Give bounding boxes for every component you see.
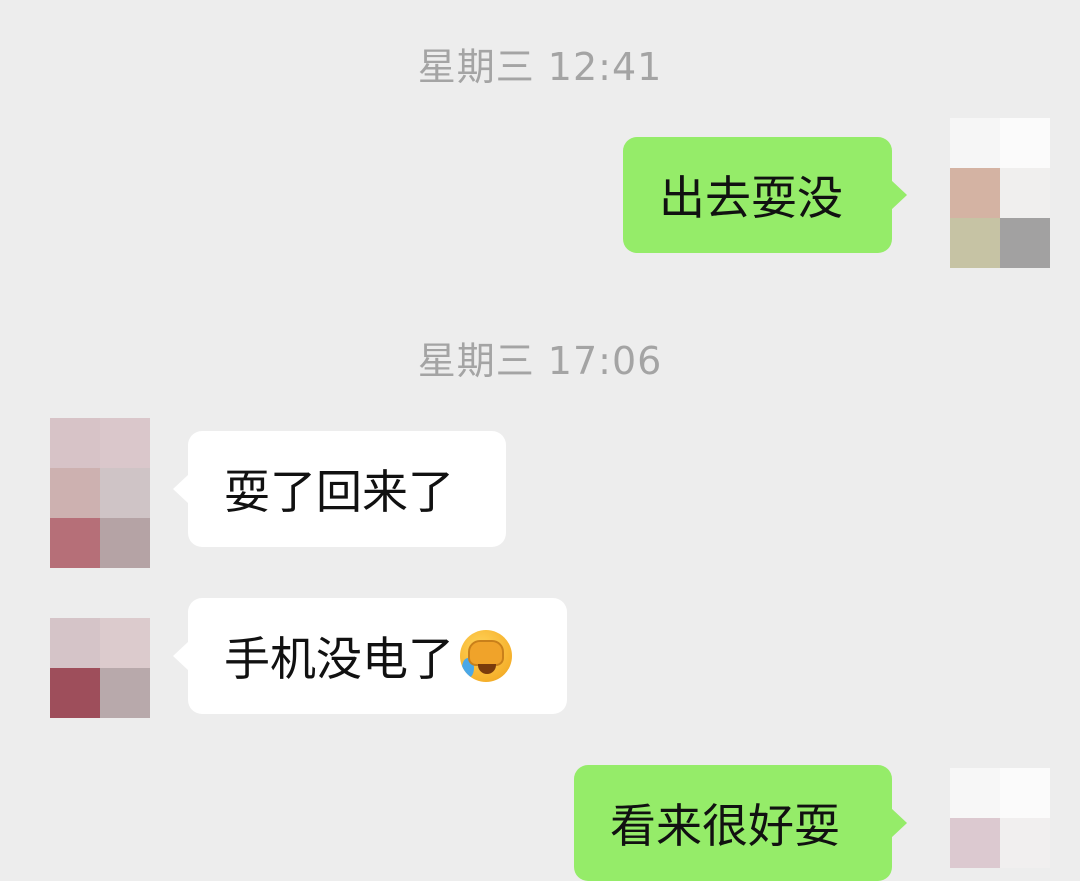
- avatar-pixel: [100, 518, 150, 568]
- avatar-pixel: [100, 468, 150, 518]
- message-bubble-received[interactable]: 耍了回来了: [173, 431, 506, 547]
- avatar-pixel: [1000, 168, 1050, 218]
- contact-avatar[interactable]: [50, 618, 150, 718]
- avatar-pixel: [50, 518, 100, 568]
- message-text: 耍了回来了: [224, 465, 454, 519]
- my-avatar[interactable]: [950, 768, 1050, 868]
- avatar-pixel: [50, 618, 100, 668]
- avatar-pixel: [950, 818, 1000, 868]
- message-text: 出去耍没: [659, 171, 843, 225]
- avatar-pixel: [950, 168, 1000, 218]
- message-bubble-sent[interactable]: 出去耍没: [623, 137, 907, 253]
- avatar-pixel: [50, 468, 100, 518]
- avatar-pixel: [950, 768, 1000, 818]
- message-bubble-sent[interactable]: 看来很好耍: [574, 765, 907, 881]
- message-text: 手机没电了: [224, 632, 454, 686]
- avatar-pixel: [950, 218, 1000, 268]
- avatar-pixel: [100, 418, 150, 468]
- avatar-pixel: [100, 618, 150, 668]
- chat-timestamp: 星期三 17:06: [417, 339, 663, 383]
- avatar-pixel: [950, 118, 1000, 168]
- avatar-pixel: [1000, 818, 1050, 868]
- my-avatar[interactable]: [950, 118, 1050, 268]
- avatar-pixel: [1000, 118, 1050, 168]
- avatar-pixel: [50, 668, 100, 718]
- chat-timestamp: 星期三 12:41: [417, 45, 663, 89]
- message-text: 看来很好耍: [610, 799, 840, 853]
- avatar-pixel: [1000, 768, 1050, 818]
- avatar-pixel: [100, 668, 150, 718]
- avatar-pixel: [1000, 218, 1050, 268]
- avatar-pixel: [50, 418, 100, 468]
- facepalm-crying-emoji-icon: [460, 630, 512, 682]
- contact-avatar[interactable]: [50, 418, 150, 568]
- message-bubble-received[interactable]: 手机没电了: [173, 598, 567, 714]
